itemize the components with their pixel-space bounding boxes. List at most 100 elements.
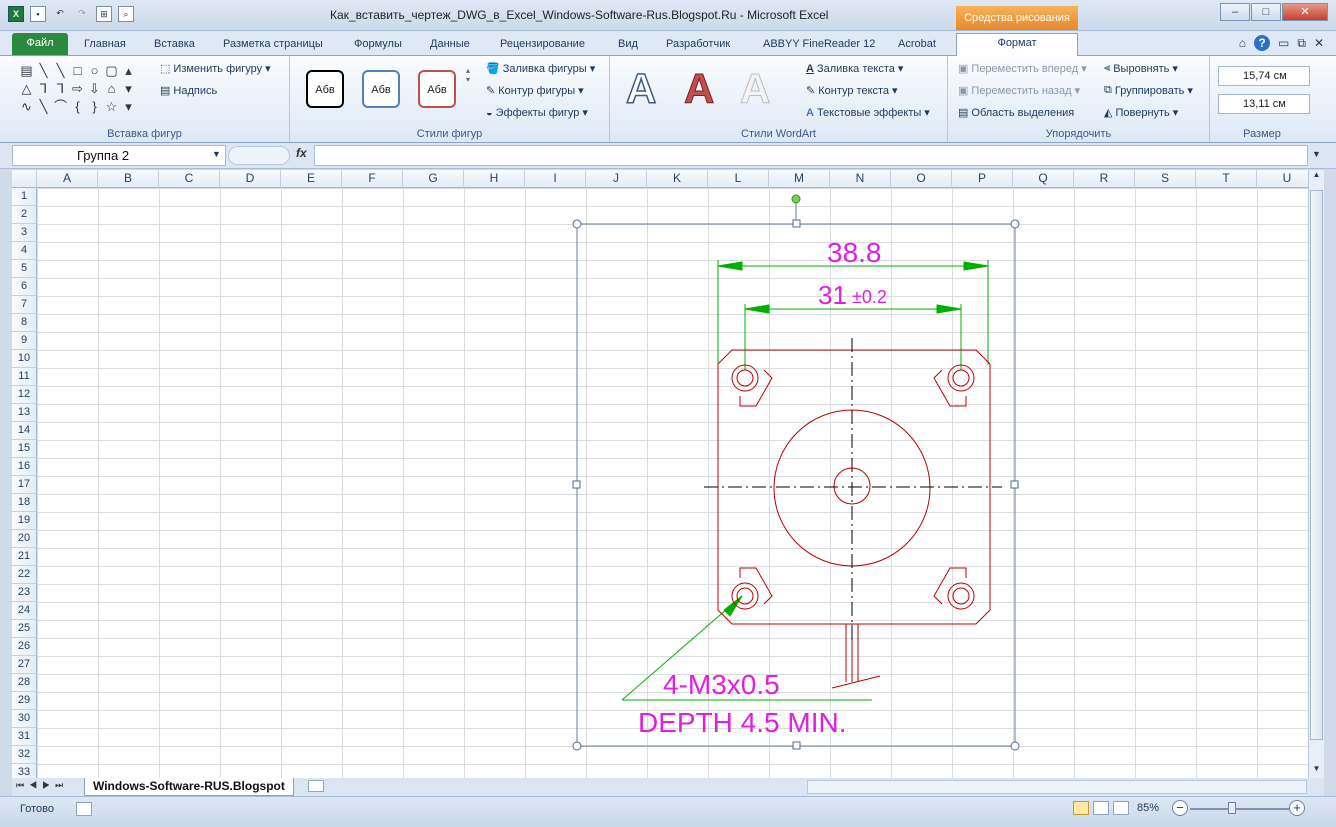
wordart-style-light[interactable]: A	[739, 65, 770, 112]
horizontal-scrollbar[interactable]	[807, 780, 1307, 794]
change-shape-button[interactable]: ⬚ Изменить фигуру ▾	[160, 62, 271, 76]
edit-shape-icon: ⬚	[160, 63, 171, 75]
drawing-group[interactable]: 38.8 31 ±0.2 4-M3x0.5 DEPTH 4.5 MIN.	[12, 170, 1308, 778]
name-box-dropdown-icon[interactable]: ▼	[212, 149, 221, 159]
zoom-slider[interactable]	[1190, 808, 1290, 810]
excel-icon[interactable]: X	[8, 6, 24, 22]
group-button[interactable]: ⧉ Группировать ▾	[1104, 84, 1193, 97]
tab-data[interactable]: Данные	[424, 35, 476, 55]
shape-outline-button[interactable]: ✎ Контур фигуры ▾	[486, 84, 584, 98]
mount-hole-tl	[731, 364, 773, 407]
shape-style-black[interactable]: Абв	[306, 70, 344, 108]
ribbon-tabs: Файл Главная Вставка Разметка страницы Ф…	[0, 31, 1336, 57]
page-layout-view-icon[interactable]	[1093, 801, 1109, 815]
handle-bottom-left	[572, 741, 582, 751]
center-lines	[704, 338, 1002, 640]
selection-pane-button[interactable]: ▤ Область выделения	[958, 106, 1074, 120]
table-icon[interactable]: ⊞	[96, 6, 112, 22]
tab-acrobat[interactable]: Acrobat	[892, 35, 942, 55]
motor-drawing	[717, 349, 991, 689]
page-break-view-icon[interactable]	[1113, 801, 1129, 815]
shape-style-blue[interactable]: Абв	[362, 70, 400, 108]
zoom-in-icon[interactable]: +	[1289, 800, 1305, 816]
shape-effects-button[interactable]: ◒ Эффекты фигур ▾	[486, 106, 588, 120]
restore-icon[interactable]: ▭	[1278, 36, 1289, 50]
text-fill-button[interactable]: A Заливка текста ▾	[806, 62, 903, 76]
save-icon[interactable]: ▪	[30, 6, 46, 22]
bring-forward-button[interactable]: ▣ Переместить вперед ▾	[958, 62, 1087, 76]
sheet-tab-active[interactable]: Windows-Software-RUS.Blogspot	[84, 778, 294, 796]
mount-hole-br	[933, 567, 975, 610]
collapse-ribbon-icon[interactable]: ⌂	[1239, 36, 1246, 50]
shape-width-input[interactable]: 13,11 см	[1218, 94, 1310, 114]
tab-formulas[interactable]: Формулы	[348, 35, 408, 55]
wordart-style-outline[interactable]: A	[625, 65, 657, 113]
sheet-nav-icons[interactable]: ⏮◀▶⏭	[16, 780, 68, 791]
tab-review[interactable]: Рецензирование	[494, 35, 591, 55]
group-icon: ⧉	[1104, 84, 1112, 96]
leader-arrow	[723, 595, 743, 617]
tab-page-layout[interactable]: Разметка страницы	[217, 35, 329, 55]
redo-icon[interactable]: ↷	[74, 6, 90, 22]
text-outline-button[interactable]: ✎ Контур текста ▾	[806, 84, 898, 98]
group-label: Вставка фигур	[107, 128, 182, 140]
close-doc-icon[interactable]: ✕	[1314, 36, 1324, 50]
formula-input[interactable]	[314, 145, 1308, 166]
rotate-button[interactable]: ◭ Повернуть ▾	[1104, 106, 1178, 120]
tab-developer[interactable]: Разработчик	[660, 35, 736, 55]
text-effects-button[interactable]: A Текстовые эффекты ▾	[806, 106, 930, 120]
rotate-icon: ◭	[1104, 107, 1113, 119]
send-backward-button[interactable]: ▣ Переместить назад ▾	[958, 84, 1080, 98]
shape-height-input[interactable]: 15,74 см	[1218, 66, 1310, 86]
vertical-scroll-thumb[interactable]	[1310, 190, 1323, 740]
window-title: Как_вставить_чертеж_DWG_в_Excel_Windows-…	[330, 8, 829, 22]
undo-icon[interactable]: ↶	[52, 6, 68, 22]
window-restore-icon[interactable]: ⧉	[1297, 36, 1306, 51]
worksheet[interactable]: ABCDEFGHIJKLMNOPQRSTU 1 2 3 4 5 6 7 8 9 10 11 12 13 1…	[12, 170, 1308, 778]
expand-formula-icon[interactable]: ▼	[1312, 149, 1321, 159]
scroll-down-icon[interactable]: ▼	[1309, 764, 1324, 778]
handle-top-left	[572, 219, 582, 229]
minimize-button[interactable]: –	[1220, 3, 1250, 21]
shape-gallery[interactable]: ▤ ╲ ╲ □ ○ ▢ ▴ △ ⅂ ⅂ ⇨ ⇩ ⌂ ▾ ∿ ╲ ⌒{} ☆ ▾	[18, 62, 154, 118]
zoom-out-icon[interactable]: −	[1172, 800, 1188, 816]
tab-insert[interactable]: Вставка	[148, 35, 201, 55]
close-button[interactable]: ✕	[1282, 3, 1328, 21]
group-label: Стили WordArt	[741, 128, 816, 140]
new-sheet-icon[interactable]	[308, 780, 324, 792]
arrow-inner-right	[936, 304, 962, 314]
tab-format[interactable]: Формат	[956, 33, 1078, 57]
dim-tolerance-text: ±0.2	[852, 287, 887, 307]
text-fill-icon: A	[806, 62, 814, 75]
zoom-level[interactable]: 85%	[1137, 802, 1159, 814]
function-icon[interactable]: fx	[296, 146, 307, 160]
shape-fill-button[interactable]: 🪣 Заливка фигуры ▾	[486, 62, 595, 76]
text-effects-icon: A	[806, 106, 814, 119]
scroll-up-icon[interactable]: ▲	[1309, 170, 1324, 184]
selection-handles	[572, 219, 1020, 751]
tab-abbyy[interactable]: ABBYY FineReader 12	[757, 35, 881, 55]
text-box-icon: ▤	[160, 85, 171, 97]
wordart-style-red[interactable]: A	[683, 65, 714, 112]
mount-hole-tr	[933, 364, 975, 407]
print-preview-icon[interactable]: ⌕	[118, 6, 134, 22]
name-box[interactable]: Группа 2	[12, 145, 226, 166]
wordart-styles-group: A A A A Заливка текста ▾ ✎ Контур текста ▾…	[610, 56, 948, 142]
macro-record-icon[interactable]	[76, 802, 92, 816]
zoom-slider-thumb[interactable]	[1228, 802, 1236, 814]
group-label: Размер	[1243, 128, 1281, 140]
tab-view[interactable]: Вид	[612, 35, 644, 55]
effects-icon: ◒	[486, 106, 493, 119]
gallery-scroll-icon[interactable]: ▴ ▾	[466, 66, 470, 84]
tab-home[interactable]: Главная	[78, 35, 132, 55]
maximize-button[interactable]: □	[1251, 3, 1281, 21]
shape-style-red[interactable]: Абв	[418, 70, 456, 108]
vertical-scrollbar[interactable]: ▲ ▼	[1308, 170, 1324, 778]
normal-view-icon[interactable]	[1073, 801, 1089, 815]
align-button[interactable]: ⫷ Выровнять ▾	[1104, 62, 1178, 75]
handle-bottom-right	[1010, 741, 1020, 751]
help-icon[interactable]: ?	[1254, 35, 1271, 51]
tab-file[interactable]: Файл	[12, 33, 68, 55]
handle-right	[1010, 480, 1019, 489]
text-box-button[interactable]: ▤ Надпись	[160, 84, 217, 98]
